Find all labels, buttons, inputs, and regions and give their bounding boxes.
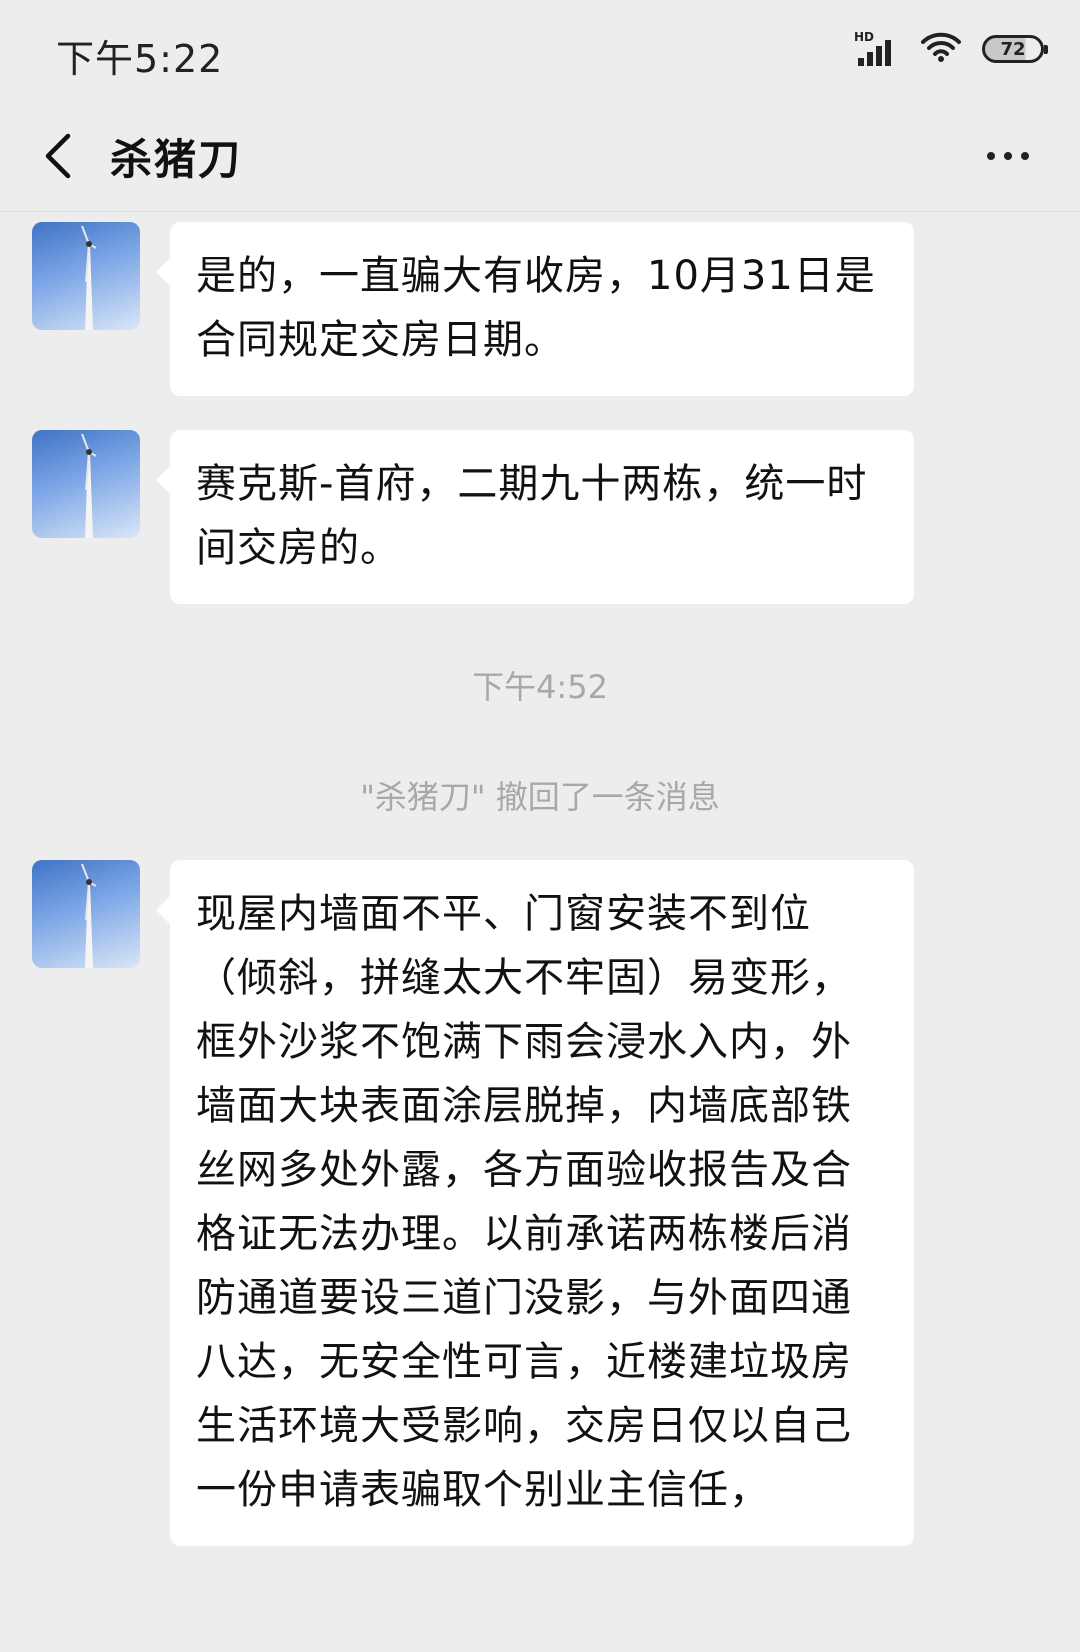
status-bar: 下午5:22 HD 72: [0, 0, 1080, 100]
chat-header: 杀猪刀: [0, 100, 1080, 212]
avatar[interactable]: [32, 430, 140, 538]
avatar[interactable]: [32, 860, 140, 968]
more-dot-icon: [987, 152, 995, 160]
chat-area[interactable]: 是的，一直骗大有收房，10月31日是合同规定交房日期。 赛克斯-首府，二期九十两…: [0, 212, 1080, 1652]
chat-title: 杀猪刀: [110, 135, 243, 184]
more-options-button[interactable]: [976, 136, 1040, 176]
battery-icon: 72: [982, 35, 1048, 63]
status-icons: HD 72: [854, 30, 1048, 68]
chevron-left-icon: [45, 133, 71, 179]
more-dot-icon: [1021, 152, 1029, 160]
wifi-icon: [920, 31, 962, 67]
avatar[interactable]: [32, 222, 140, 330]
back-button[interactable]: [30, 128, 86, 184]
more-dot-icon: [1004, 152, 1012, 160]
cellular-signal-icon: HD: [854, 30, 900, 68]
battery-level: 72: [1000, 38, 1026, 60]
message-bubble[interactable]: 赛克斯-首府，二期九十两栋，统一时间交房的。: [156, 430, 914, 604]
recall-notice: "杀猪刀" 撤回了一条消息: [360, 778, 720, 816]
message-bubble[interactable]: 是的，一直骗大有收房，10月31日是合同规定交房日期。: [156, 222, 914, 396]
status-time: 下午5:22: [56, 37, 224, 81]
message-bubble[interactable]: 现屋内墙面不平、门窗安装不到位（倾斜，拼缝太大不牢固）易变形，框外沙浆不饱满下雨…: [156, 860, 914, 1546]
message-timestamp: 下午4:52: [472, 668, 608, 706]
